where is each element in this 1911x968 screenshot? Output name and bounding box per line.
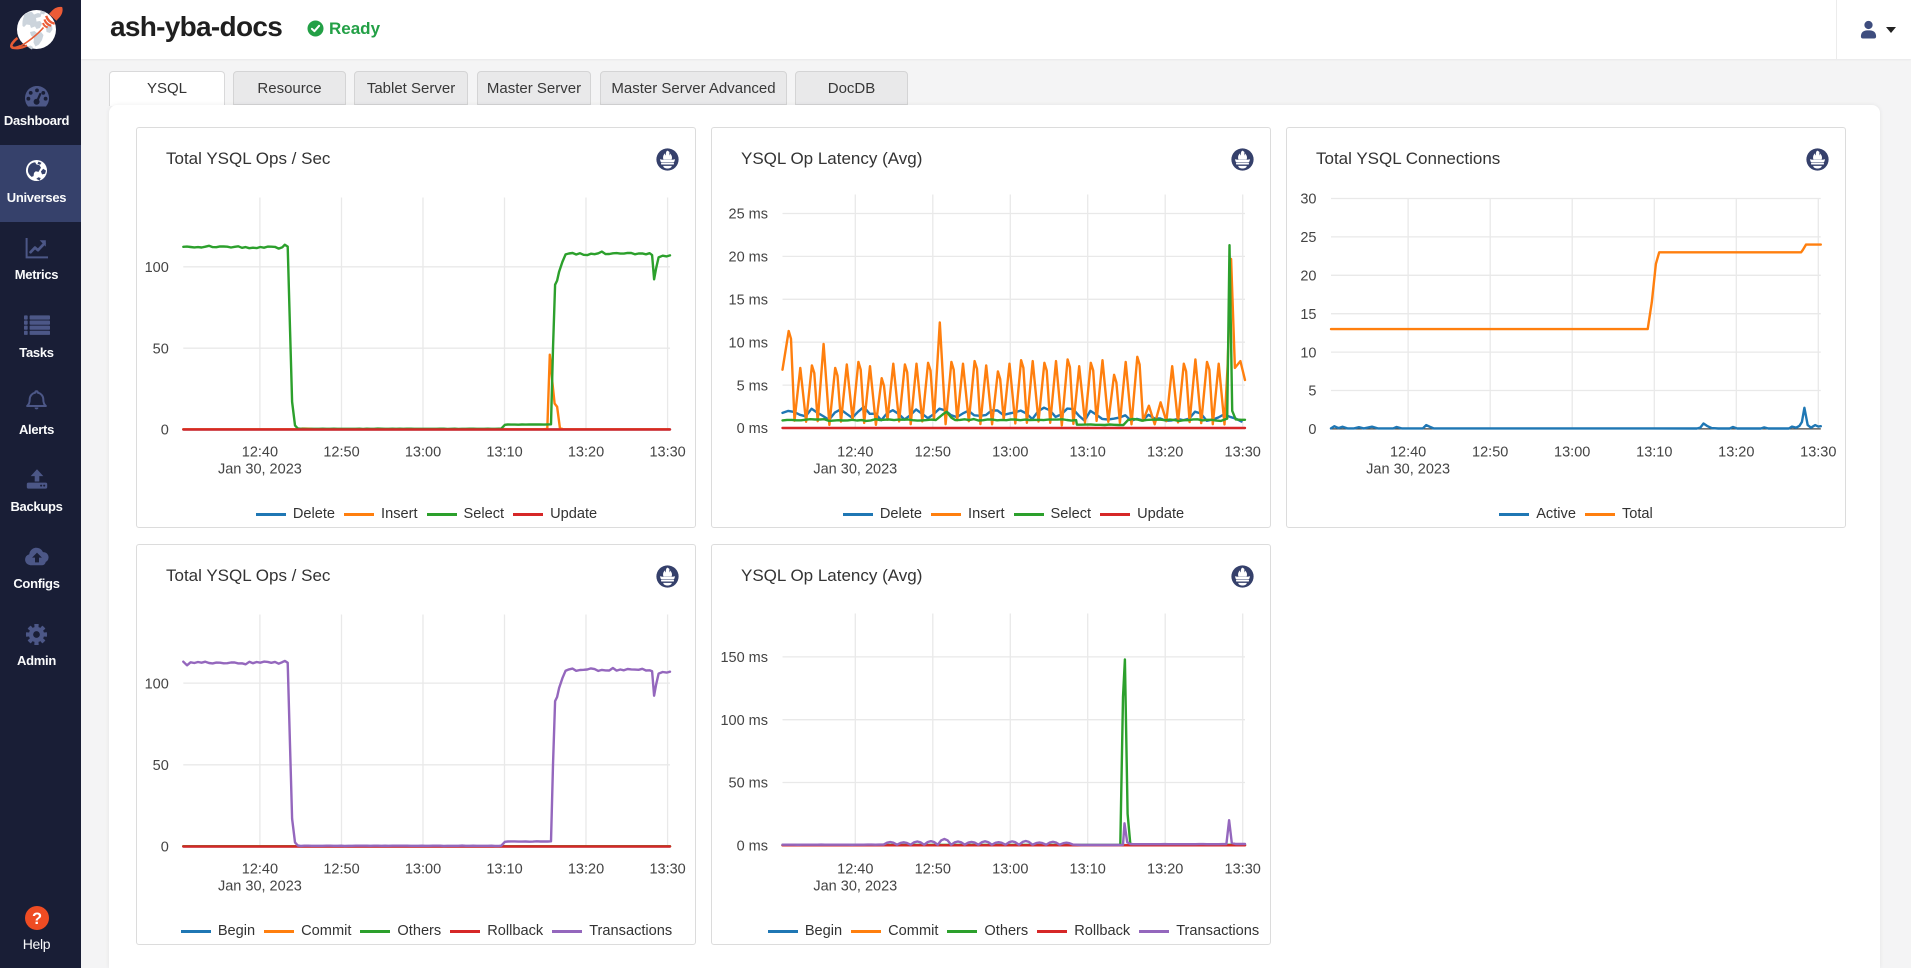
svg-text:12:50: 12:50 (915, 445, 951, 461)
svg-text:150 ms: 150 ms (720, 650, 768, 666)
svg-text:15: 15 (1300, 307, 1316, 323)
svg-text:12:40: 12:40 (242, 862, 278, 878)
svg-text:13:00: 13:00 (405, 862, 441, 878)
svg-text:Jan 30, 2023: Jan 30, 2023 (218, 879, 302, 895)
svg-text:50: 50 (153, 758, 169, 774)
svg-text:0 ms: 0 ms (737, 421, 768, 437)
svg-text:0: 0 (161, 840, 169, 856)
svg-text:13:30: 13:30 (1225, 862, 1261, 878)
svg-text:25 ms: 25 ms (729, 207, 769, 223)
svg-text:25: 25 (1300, 230, 1316, 246)
svg-text:Jan 30, 2023: Jan 30, 2023 (1366, 462, 1450, 478)
svg-text:0 ms: 0 ms (737, 839, 768, 855)
svg-text:20 ms: 20 ms (729, 250, 769, 266)
svg-text:13:00: 13:00 (405, 445, 441, 461)
svg-text:13:30: 13:30 (649, 862, 685, 878)
svg-text:13:30: 13:30 (1225, 445, 1261, 461)
svg-text:0: 0 (161, 423, 169, 439)
svg-text:13:00: 13:00 (992, 862, 1028, 878)
svg-text:13:30: 13:30 (1800, 445, 1836, 461)
svg-text:100 ms: 100 ms (720, 713, 768, 729)
svg-text:Jan 30, 2023: Jan 30, 2023 (813, 879, 897, 895)
svg-text:50 ms: 50 ms (729, 776, 769, 792)
svg-text:20: 20 (1300, 269, 1316, 285)
svg-text:12:50: 12:50 (323, 445, 359, 461)
svg-text:12:40: 12:40 (837, 862, 873, 878)
svg-text:30: 30 (1300, 192, 1316, 208)
svg-text:Jan 30, 2023: Jan 30, 2023 (813, 462, 897, 478)
svg-text:5 ms: 5 ms (737, 378, 768, 394)
svg-text:15 ms: 15 ms (729, 293, 769, 309)
svg-text:100: 100 (145, 676, 169, 692)
svg-text:13:10: 13:10 (486, 862, 522, 878)
svg-text:12:50: 12:50 (323, 862, 359, 878)
svg-text:10: 10 (1300, 345, 1316, 361)
svg-text:13:00: 13:00 (992, 445, 1028, 461)
svg-text:?: ? (31, 910, 41, 928)
svg-text:12:40: 12:40 (242, 445, 278, 461)
svg-text:13:10: 13:10 (486, 445, 522, 461)
svg-text:13:20: 13:20 (1718, 445, 1754, 461)
svg-text:13:20: 13:20 (1147, 862, 1183, 878)
svg-text:13:10: 13:10 (1636, 445, 1672, 461)
svg-text:12:40: 12:40 (837, 445, 873, 461)
svg-text:12:50: 12:50 (915, 862, 951, 878)
svg-text:100: 100 (145, 260, 169, 276)
svg-text:0: 0 (1308, 422, 1316, 438)
svg-text:12:50: 12:50 (1472, 445, 1508, 461)
svg-text:12:40: 12:40 (1390, 445, 1426, 461)
svg-text:13:20: 13:20 (568, 445, 604, 461)
svg-text:5: 5 (1308, 384, 1316, 400)
svg-text:13:30: 13:30 (649, 445, 685, 461)
svg-text:10 ms: 10 ms (729, 335, 769, 351)
svg-text:Jan 30, 2023: Jan 30, 2023 (218, 462, 302, 478)
svg-text:13:20: 13:20 (1147, 445, 1183, 461)
svg-text:13:10: 13:10 (1070, 445, 1106, 461)
svg-text:13:10: 13:10 (1070, 862, 1106, 878)
svg-text:13:20: 13:20 (568, 862, 604, 878)
svg-text:50: 50 (153, 341, 169, 357)
svg-text:13:00: 13:00 (1554, 445, 1590, 461)
